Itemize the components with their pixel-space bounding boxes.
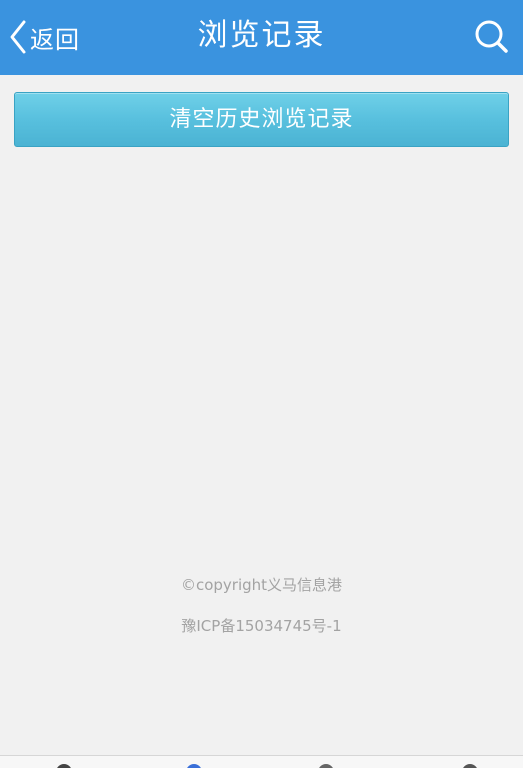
bottom-tab-bar [0,755,523,768]
tab-icon[interactable] [186,764,202,768]
search-button[interactable] [473,18,509,54]
icp-license-text: 豫ICP备15034745号-1 [181,617,342,635]
tab-icon[interactable] [56,764,72,768]
top-nav-bar: 返回 浏览记录 [0,0,523,75]
tab-icon[interactable] [462,764,478,768]
app-root: 返回 浏览记录 清空历史浏览记录 ©copyright义马信息港 豫ICP备15… [0,0,523,768]
page-title: 浏览记录 [197,18,326,53]
tab-icon[interactable] [318,764,334,768]
search-icon [473,18,509,54]
copyright-text: ©copyright义马信息港 [180,576,343,594]
clear-history-button[interactable]: 清空历史浏览记录 [14,92,509,147]
